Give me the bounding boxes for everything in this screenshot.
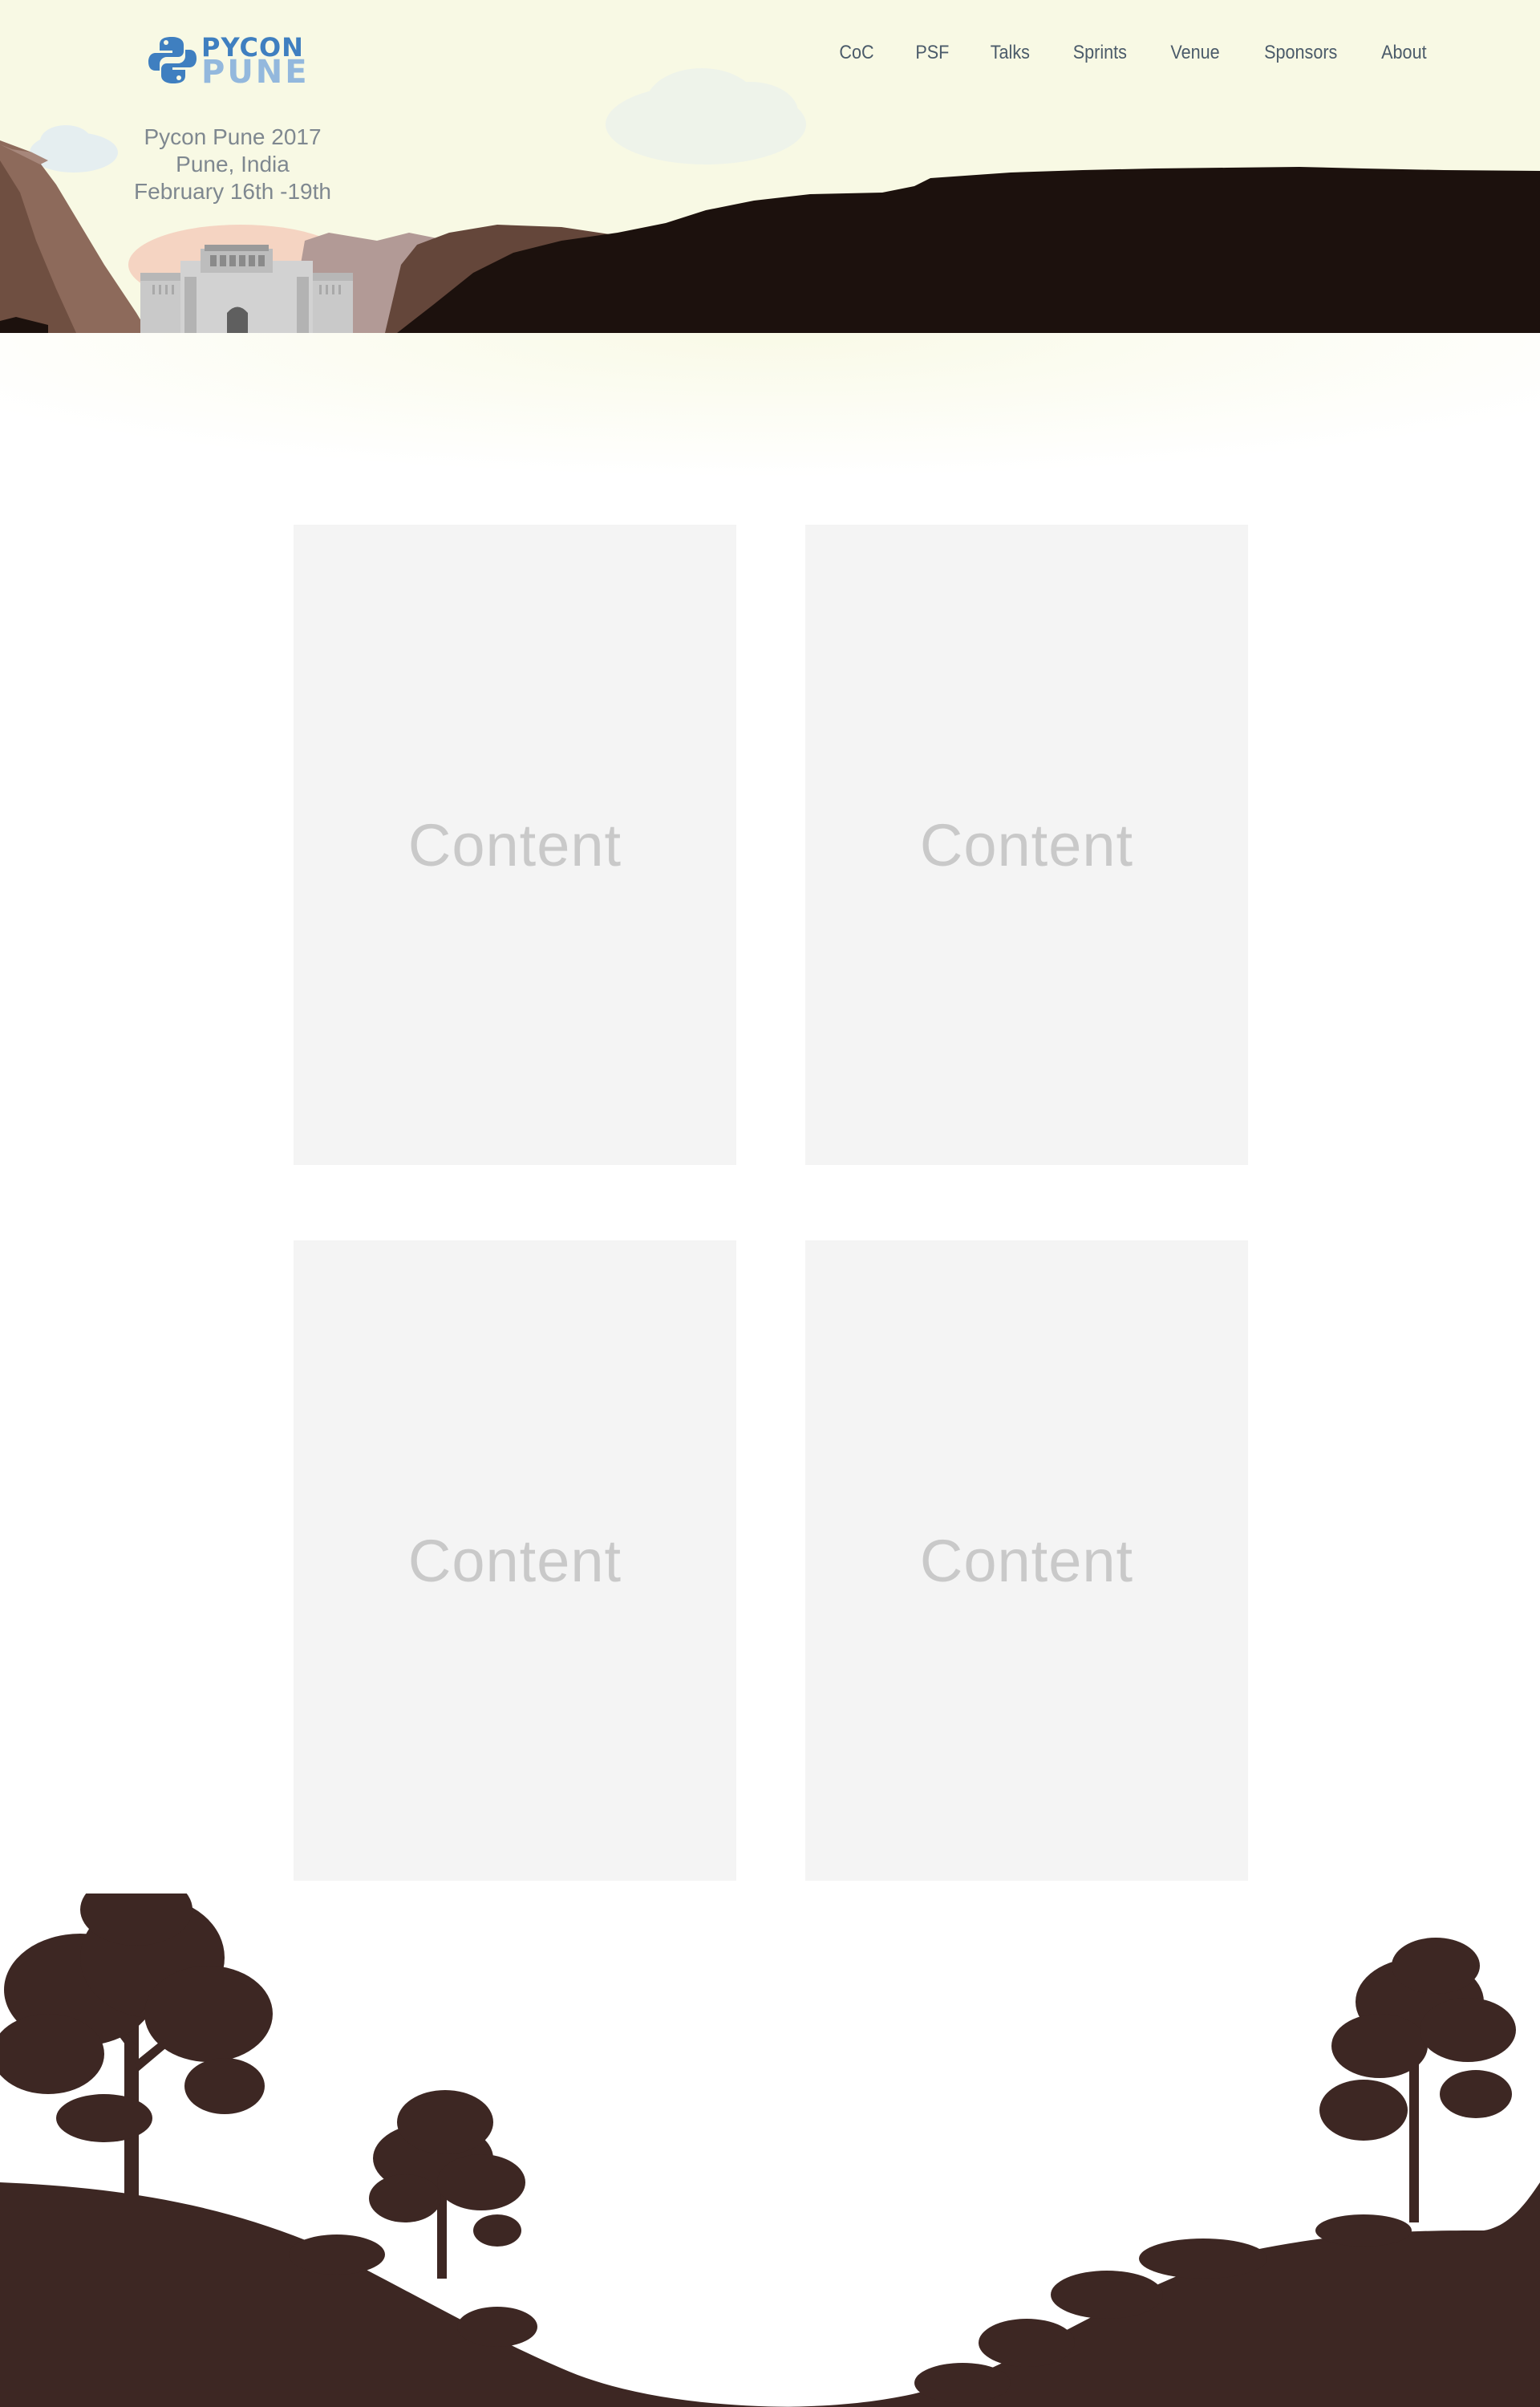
tree-icon [1319,1938,1516,2222]
event-title: Pycon Pune 2017 [144,124,322,149]
content-card-label: Content [407,811,622,879]
content-card-label: Content [919,811,1134,879]
content-card-label: Content [407,1527,622,1594]
event-info: Pycon Pune 2017 Pune, India February 16t… [112,124,353,205]
nav-link-venue[interactable]: Venue [1170,42,1219,64]
nav-link-sponsors[interactable]: Sponsors [1264,42,1337,64]
nav-link-coc[interactable]: CoC [839,42,873,64]
cloud-icon [30,125,118,173]
content-card-label: Content [919,1527,1134,1594]
python-logo-icon [148,37,197,83]
nav-link-psf[interactable]: PSF [915,42,949,64]
cloud-icon [606,68,806,164]
content-card[interactable]: Content [805,525,1248,1165]
footer-tree-scenery [0,1894,1540,2407]
header-fade [0,333,1540,477]
tree-icon [369,2090,525,2279]
nav-link-talks[interactable]: Talks [991,42,1030,64]
pycon-logo[interactable]: PYCON PUNE [148,34,307,91]
event-dates: February 16th -19th [134,179,331,204]
main-nav: CoC PSF Talks Sprints Venue Sponsors Abo… [800,42,1429,64]
nav-link-about[interactable]: About [1381,42,1426,64]
event-location: Pune, India [176,152,290,177]
header-banner: PYCON PUNE Pycon Pune 2017 Pune, India F… [0,0,1540,333]
tree-icon [0,1894,273,2206]
content-card[interactable]: Content [294,1240,736,1881]
content-card[interactable]: Content [294,525,736,1165]
nav-link-sprints[interactable]: Sprints [1073,42,1127,64]
content-card[interactable]: Content [805,1240,1248,1881]
logo-text-pune: PUNE [201,54,310,91]
